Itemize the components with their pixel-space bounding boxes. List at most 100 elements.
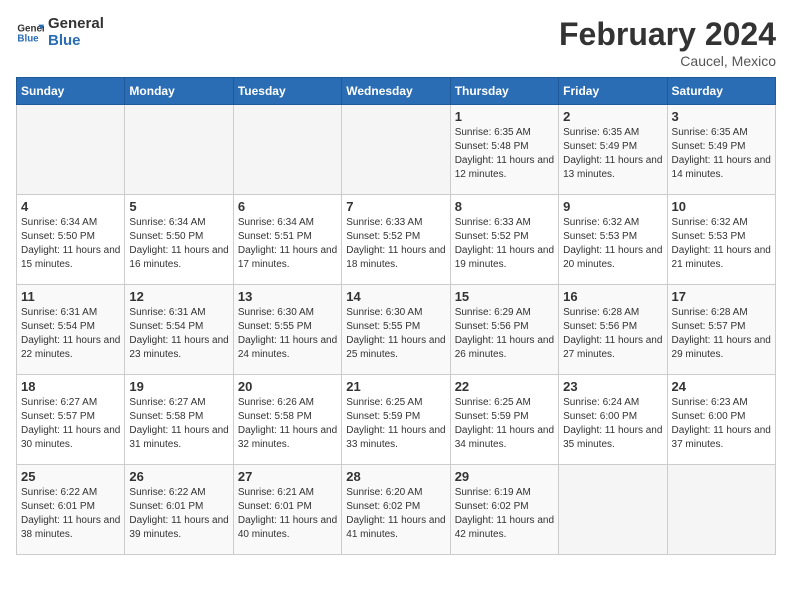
calendar-week-5: 25 Sunrise: 6:22 AMSunset: 6:01 PMDayligh… <box>17 465 776 555</box>
day-number: 8 <box>455 199 554 214</box>
day-info: Sunrise: 6:25 AMSunset: 5:59 PMDaylight:… <box>455 396 554 452</box>
column-header-sunday: Sunday <box>17 78 125 105</box>
calendar-cell: 13 Sunrise: 6:30 AMSunset: 5:55 PMDayligh… <box>233 285 341 375</box>
header: General Blue General Blue February 2024 … <box>16 16 776 69</box>
day-info: Sunrise: 6:35 AMSunset: 5:49 PMDaylight:… <box>672 126 771 182</box>
calendar-cell <box>125 105 233 195</box>
day-info: Sunrise: 6:33 AMSunset: 5:52 PMDaylight:… <box>346 216 445 272</box>
day-info: Sunrise: 6:31 AMSunset: 5:54 PMDaylight:… <box>21 306 120 362</box>
logo-general-text: General <box>48 16 104 33</box>
calendar-cell: 24 Sunrise: 6:23 AMSunset: 6:00 PMDayligh… <box>667 375 775 465</box>
day-number: 18 <box>21 379 120 394</box>
column-header-saturday: Saturday <box>667 78 775 105</box>
calendar-subtitle: Caucel, Mexico <box>559 53 776 69</box>
day-number: 24 <box>672 379 771 394</box>
calendar-week-1: 1 Sunrise: 6:35 AMSunset: 5:48 PMDaylight… <box>17 105 776 195</box>
day-info: Sunrise: 6:30 AMSunset: 5:55 PMDaylight:… <box>238 306 337 362</box>
day-number: 16 <box>563 289 662 304</box>
day-info: Sunrise: 6:28 AMSunset: 5:56 PMDaylight:… <box>563 306 662 362</box>
day-info: Sunrise: 6:27 AMSunset: 5:58 PMDaylight:… <box>129 396 228 452</box>
day-info: Sunrise: 6:32 AMSunset: 5:53 PMDaylight:… <box>563 216 662 272</box>
day-number: 20 <box>238 379 337 394</box>
day-number: 15 <box>455 289 554 304</box>
column-header-thursday: Thursday <box>450 78 558 105</box>
calendar-cell: 10Sunrise: 6:32 AMSunset: 5:53 PMDayligh… <box>667 195 775 285</box>
day-number: 19 <box>129 379 228 394</box>
calendar-cell: 6 Sunrise: 6:34 AMSunset: 5:51 PMDaylight… <box>233 195 341 285</box>
title-area: February 2024 Caucel, Mexico <box>559 16 776 69</box>
calendar-cell <box>559 465 667 555</box>
day-number: 17 <box>672 289 771 304</box>
calendar-week-2: 4 Sunrise: 6:34 AMSunset: 5:50 PMDaylight… <box>17 195 776 285</box>
calendar-cell: 29 Sunrise: 6:19 AMSunset: 6:02 PMDayligh… <box>450 465 558 555</box>
day-number: 2 <box>563 109 662 124</box>
day-info: Sunrise: 6:24 AMSunset: 6:00 PMDaylight:… <box>563 396 662 452</box>
column-header-friday: Friday <box>559 78 667 105</box>
calendar-cell: 9 Sunrise: 6:32 AMSunset: 5:53 PMDaylight… <box>559 195 667 285</box>
day-info: Sunrise: 6:35 AMSunset: 5:49 PMDaylight:… <box>563 126 662 182</box>
calendar-cell: 14Sunrise: 6:30 AMSunset: 5:55 PMDayligh… <box>342 285 450 375</box>
day-number: 25 <box>21 469 120 484</box>
day-number: 13 <box>238 289 337 304</box>
calendar-cell: 8 Sunrise: 6:33 AMSunset: 5:52 PMDaylight… <box>450 195 558 285</box>
day-info: Sunrise: 6:31 AMSunset: 5:54 PMDaylight:… <box>129 306 228 362</box>
calendar-cell: 3Sunrise: 6:35 AMSunset: 5:49 PMDaylight… <box>667 105 775 195</box>
calendar-cell: 5 Sunrise: 6:34 AMSunset: 5:50 PMDaylight… <box>125 195 233 285</box>
day-number: 26 <box>129 469 228 484</box>
day-number: 6 <box>238 199 337 214</box>
calendar-cell: 28Sunrise: 6:20 AMSunset: 6:02 PMDayligh… <box>342 465 450 555</box>
calendar-cell: 18 Sunrise: 6:27 AMSunset: 5:57 PMDayligh… <box>17 375 125 465</box>
day-info: Sunrise: 6:30 AMSunset: 5:55 PMDaylight:… <box>346 306 445 362</box>
day-info: Sunrise: 6:21 AMSunset: 6:01 PMDaylight:… <box>238 486 337 542</box>
calendar-cell: 12 Sunrise: 6:31 AMSunset: 5:54 PMDayligh… <box>125 285 233 375</box>
day-info: Sunrise: 6:22 AMSunset: 6:01 PMDaylight:… <box>21 486 120 542</box>
day-info: Sunrise: 6:20 AMSunset: 6:02 PMDaylight:… <box>346 486 445 542</box>
day-info: Sunrise: 6:28 AMSunset: 5:57 PMDaylight:… <box>672 306 771 362</box>
day-info: Sunrise: 6:22 AMSunset: 6:01 PMDaylight:… <box>129 486 228 542</box>
calendar-cell: 26 Sunrise: 6:22 AMSunset: 6:01 PMDayligh… <box>125 465 233 555</box>
day-number: 29 <box>455 469 554 484</box>
day-number: 12 <box>129 289 228 304</box>
column-header-wednesday: Wednesday <box>342 78 450 105</box>
day-number: 22 <box>455 379 554 394</box>
logo: General Blue General Blue <box>16 16 104 49</box>
day-number: 5 <box>129 199 228 214</box>
column-header-tuesday: Tuesday <box>233 78 341 105</box>
calendar-cell: 25 Sunrise: 6:22 AMSunset: 6:01 PMDayligh… <box>17 465 125 555</box>
day-info: Sunrise: 6:19 AMSunset: 6:02 PMDaylight:… <box>455 486 554 542</box>
day-number: 23 <box>563 379 662 394</box>
day-info: Sunrise: 6:34 AMSunset: 5:51 PMDaylight:… <box>238 216 337 272</box>
day-number: 27 <box>238 469 337 484</box>
calendar-cell <box>667 465 775 555</box>
svg-text:Blue: Blue <box>17 33 39 44</box>
day-info: Sunrise: 6:29 AMSunset: 5:56 PMDaylight:… <box>455 306 554 362</box>
generalblue-logo-icon: General Blue <box>16 19 44 47</box>
day-info: Sunrise: 6:34 AMSunset: 5:50 PMDaylight:… <box>129 216 228 272</box>
day-info: Sunrise: 6:26 AMSunset: 5:58 PMDaylight:… <box>238 396 337 452</box>
column-header-monday: Monday <box>125 78 233 105</box>
calendar-header-row: SundayMondayTuesdayWednesdayThursdayFrid… <box>17 78 776 105</box>
day-info: Sunrise: 6:33 AMSunset: 5:52 PMDaylight:… <box>455 216 554 272</box>
calendar-cell: 7Sunrise: 6:33 AMSunset: 5:52 PMDaylight… <box>342 195 450 285</box>
calendar-cell: 17 Sunrise: 6:28 AMSunset: 5:57 PMDayligh… <box>667 285 775 375</box>
day-number: 11 <box>21 289 120 304</box>
day-info: Sunrise: 6:35 AMSunset: 5:48 PMDaylight:… <box>455 126 554 182</box>
calendar-cell <box>17 105 125 195</box>
calendar-title: February 2024 <box>559 16 776 53</box>
logo-blue-text: Blue <box>48 33 104 50</box>
calendar-cell: 15 Sunrise: 6:29 AMSunset: 5:56 PMDayligh… <box>450 285 558 375</box>
calendar-cell: 11 Sunrise: 6:31 AMSunset: 5:54 PMDayligh… <box>17 285 125 375</box>
day-info: Sunrise: 6:27 AMSunset: 5:57 PMDaylight:… <box>21 396 120 452</box>
calendar-cell: 27 Sunrise: 6:21 AMSunset: 6:01 PMDayligh… <box>233 465 341 555</box>
calendar-week-3: 11 Sunrise: 6:31 AMSunset: 5:54 PMDayligh… <box>17 285 776 375</box>
day-number: 1 <box>455 109 554 124</box>
day-number: 9 <box>563 199 662 214</box>
day-number: 21 <box>346 379 445 394</box>
day-info: Sunrise: 6:34 AMSunset: 5:50 PMDaylight:… <box>21 216 120 272</box>
day-number: 4 <box>21 199 120 214</box>
calendar-cell: 22 Sunrise: 6:25 AMSunset: 5:59 PMDayligh… <box>450 375 558 465</box>
calendar-cell: 16 Sunrise: 6:28 AMSunset: 5:56 PMDayligh… <box>559 285 667 375</box>
calendar-cell <box>233 105 341 195</box>
calendar-cell: 21Sunrise: 6:25 AMSunset: 5:59 PMDayligh… <box>342 375 450 465</box>
day-info: Sunrise: 6:23 AMSunset: 6:00 PMDaylight:… <box>672 396 771 452</box>
